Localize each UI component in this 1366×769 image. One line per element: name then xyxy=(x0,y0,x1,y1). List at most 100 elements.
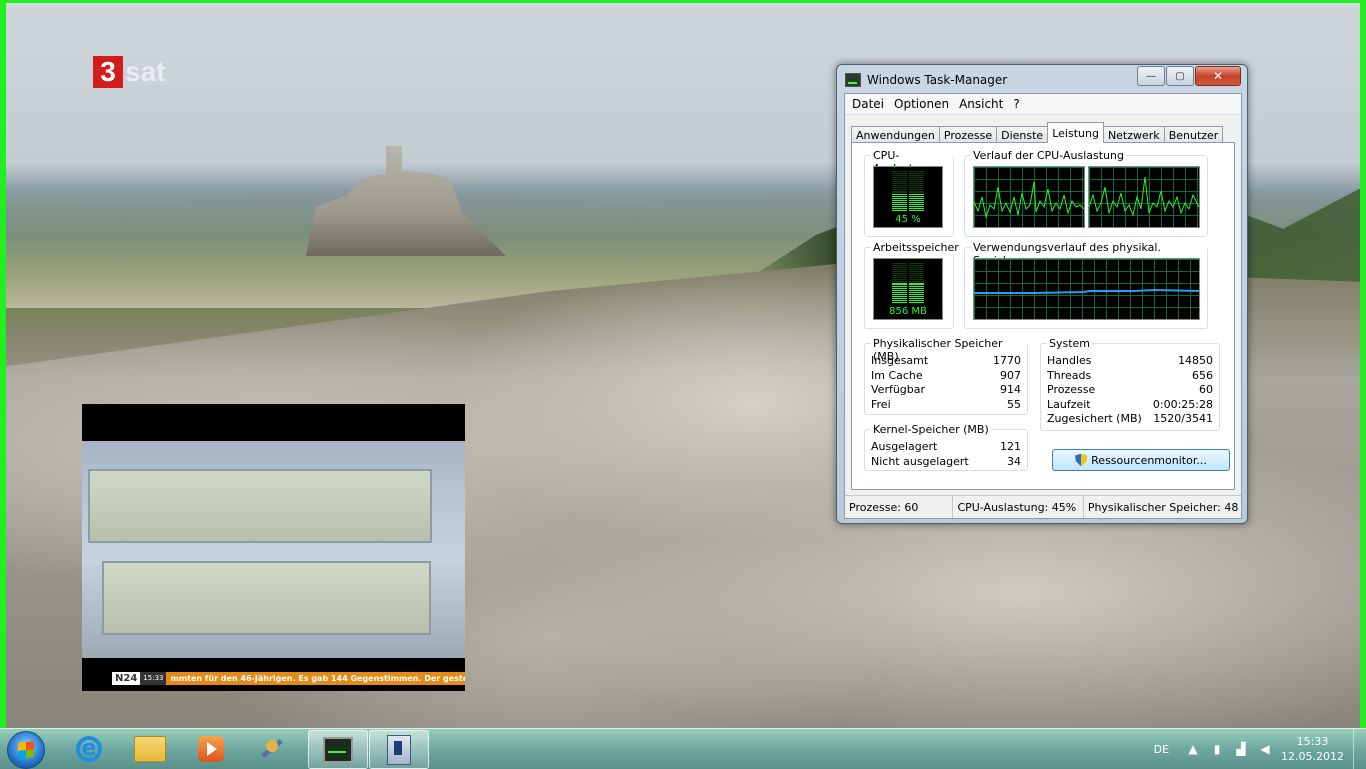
tab-prozesse[interactable]: Prozesse xyxy=(938,126,998,143)
memory-meter-segment xyxy=(892,267,924,269)
stat-name: Laufzeit xyxy=(1047,398,1091,411)
ticker-channel-logo: N24 xyxy=(112,672,141,685)
cpu-meter-segment xyxy=(892,209,924,211)
menu-ansicht[interactable]: Ansicht xyxy=(954,97,1008,111)
cpu-history-plot-core-1 xyxy=(974,181,1084,219)
video-tray-top xyxy=(88,469,432,543)
cpu-meter-segment xyxy=(892,195,924,197)
memory-meter-segment xyxy=(892,293,924,295)
cpu-meter-segment xyxy=(892,203,924,205)
resource-monitor-button[interactable]: Ressourcenmonitor... xyxy=(1052,449,1230,471)
menu-optionen[interactable]: Optionen xyxy=(889,97,954,111)
clock-date: 12.05.2012 xyxy=(1281,750,1344,763)
stat-row: Handles 14850 xyxy=(1047,354,1213,368)
stat-value: 60 xyxy=(1199,383,1213,396)
cpu-history-label: Verlauf der CPU-Auslastung xyxy=(971,149,1126,162)
memory-meter-segment xyxy=(892,273,924,275)
stat-row: Verfügbar 914 xyxy=(871,383,1021,397)
memory-meter-segment xyxy=(892,277,924,279)
stat-row: Prozesse 60 xyxy=(1047,383,1213,397)
channel-logo: 3 sat xyxy=(93,55,165,89)
stat-value: 907 xyxy=(1000,369,1021,382)
stat-value: 1770 xyxy=(993,354,1021,367)
cpu-meter-segment xyxy=(892,183,924,185)
menu-datei[interactable]: Datei xyxy=(847,97,889,111)
stat-name: Verfügbar xyxy=(871,383,926,396)
memory-label: Arbeitsspeicher xyxy=(871,241,961,254)
cpu-history-group: Verlauf der CPU-Auslastung xyxy=(964,149,1208,237)
tab-netzwerk[interactable]: Netzwerk xyxy=(1102,126,1165,143)
minimize-button[interactable]: — xyxy=(1137,66,1165,86)
memory-history-group: Verwendungsverlauf des physikal. Speiche… xyxy=(964,241,1208,329)
cpu-meter-segment xyxy=(892,185,924,187)
kernel-memory-group: Kernel-Speicher (MB) Ausgelagert 121 Nic… xyxy=(864,423,1028,471)
pip-video[interactable]: N24 15:33 mmten für den 46-Jährigen. Es … xyxy=(82,404,465,691)
cpu-usage-group: CPU-Auslastung 45 % xyxy=(864,149,954,237)
internet-explorer-icon xyxy=(76,735,102,762)
cpu-meter-segment xyxy=(892,187,924,189)
stat-value: 121 xyxy=(1000,440,1021,453)
ticker-time: 15:33 xyxy=(140,672,167,685)
memory-value: 856 MB xyxy=(889,306,927,317)
start-button[interactable] xyxy=(7,731,45,769)
stat-row: Insgesamt 1770 xyxy=(871,354,1021,368)
taskbar-item-windows-explorer[interactable] xyxy=(121,730,179,767)
status-memory: Physikalischer Speicher: 48 xyxy=(1087,500,1239,514)
taskbar-item-remote[interactable] xyxy=(369,730,429,769)
cpu-meter-segment xyxy=(892,177,924,179)
memory-meter-segment xyxy=(892,279,924,281)
language-indicator[interactable]: DE xyxy=(1154,743,1169,756)
channel-logo-digit: 3 xyxy=(93,56,123,88)
window-title: Windows Task-Manager xyxy=(867,73,1008,87)
media-player-icon xyxy=(198,735,224,762)
channel-logo-text: sat xyxy=(125,56,166,87)
stat-name: Zugesichert (MB) xyxy=(1047,412,1142,425)
remote-control-icon xyxy=(387,734,411,765)
memory-meter-segment xyxy=(892,287,924,289)
stat-row: Threads 656 xyxy=(1047,369,1213,383)
task-manager-icon xyxy=(323,736,353,763)
taskbar-item-internet-explorer[interactable] xyxy=(60,730,118,767)
close-button[interactable]: ✕ xyxy=(1195,66,1241,86)
memory-meter-segment xyxy=(892,271,924,273)
memory-meter-segment xyxy=(892,285,924,287)
folder-icon xyxy=(134,735,166,762)
network-signal-icon[interactable]: ▟ xyxy=(1233,741,1249,757)
stat-value: 0:00:25:28 xyxy=(1152,398,1213,411)
stat-value: 1520/3541 xyxy=(1153,412,1213,425)
show-desktop-button[interactable] xyxy=(1353,729,1366,769)
cpu-usage-bars xyxy=(892,171,924,211)
taskbar: DE ▲ ▮ ▟ ◀ 15:33 12.05.2012 xyxy=(0,728,1366,769)
status-processes: Prozesse: 60 xyxy=(845,496,954,518)
show-hidden-icons-icon[interactable]: ▲ xyxy=(1185,741,1201,757)
stat-row: Im Cache 907 xyxy=(871,369,1021,383)
title-bar[interactable]: Windows Task-Manager xyxy=(845,70,1007,90)
tools-icon xyxy=(258,736,286,762)
tab-benutzer[interactable]: Benutzer xyxy=(1163,126,1224,143)
device-icon[interactable]: ▮ xyxy=(1209,741,1225,757)
performance-tab-page: CPU-Auslastung 45 % Verlauf der CPU-Ausl… xyxy=(851,142,1235,490)
tab-anwendungen[interactable]: Anwendungen xyxy=(851,126,940,143)
memory-meter-segment xyxy=(892,291,924,293)
stat-value: 55 xyxy=(1007,398,1021,411)
cpu-meter-segment xyxy=(892,181,924,183)
stat-value: 914 xyxy=(1000,383,1021,396)
maximize-button[interactable]: ▢ xyxy=(1166,66,1194,86)
volume-icon[interactable]: ◀ xyxy=(1257,741,1273,757)
cpu-meter-segment xyxy=(892,191,924,193)
memory-meter: 856 MB xyxy=(873,258,943,320)
stat-name: Prozesse xyxy=(1047,383,1096,396)
task-manager-app-icon xyxy=(845,73,861,87)
memory-meter-segment xyxy=(892,263,924,265)
tab-leistung[interactable]: Leistung xyxy=(1047,122,1104,143)
task-manager-window[interactable]: Windows Task-Manager — ▢ ✕ Datei Optione… xyxy=(836,64,1248,524)
system-group: System Handles 14850 Threads 656 Prozess… xyxy=(1040,337,1220,431)
taskbar-item-media-player[interactable] xyxy=(182,730,240,767)
clock[interactable]: 15:33 12.05.2012 xyxy=(1281,734,1344,764)
taskbar-item-tools[interactable] xyxy=(243,730,301,767)
menu-help[interactable]: ? xyxy=(1008,97,1024,111)
taskbar-item-task-manager[interactable] xyxy=(308,730,368,769)
cpu-usage-value: 45 % xyxy=(895,214,921,225)
tab-dienste[interactable]: Dienste xyxy=(996,126,1049,143)
ticker-text: mmten für den 46-Jährigen. Es gab 144 Ge… xyxy=(170,674,465,683)
